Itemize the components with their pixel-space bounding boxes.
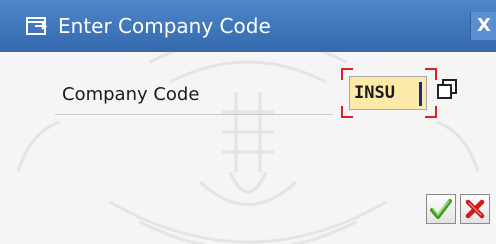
ok-button[interactable] — [426, 194, 456, 224]
dialog-title: Enter Company Code — [58, 14, 271, 38]
title-bar[interactable]: Enter Company Code X — [0, 0, 496, 52]
close-button[interactable]: X — [470, 12, 496, 40]
green-checkmark-icon — [430, 199, 452, 219]
company-code-field-frame: INSU — [341, 68, 437, 118]
label-underline — [55, 114, 333, 115]
value-help-icon[interactable] — [436, 78, 458, 100]
company-code-label: Company Code — [62, 84, 200, 105]
dialog-window-icon — [26, 17, 48, 35]
company-code-input[interactable]: INSU — [349, 76, 427, 110]
red-cross-icon — [465, 199, 485, 219]
enter-company-code-dialog: Enter Company Code X Company Code INSU — [0, 0, 496, 244]
cancel-button[interactable] — [460, 194, 490, 224]
text-cursor — [419, 82, 422, 106]
